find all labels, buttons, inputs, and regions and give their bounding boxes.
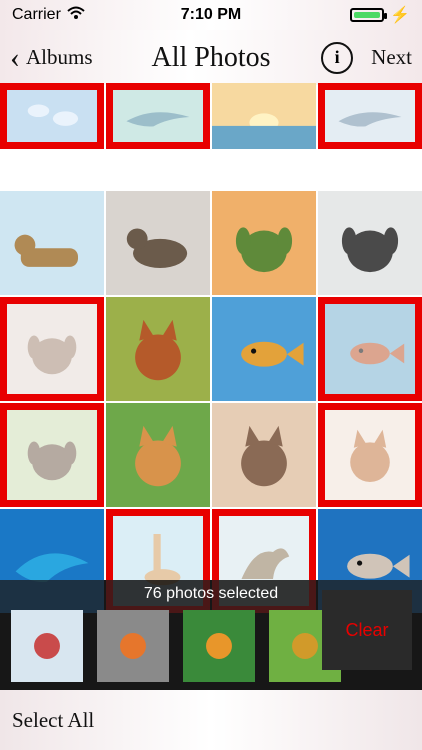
selection-tray: 76 photos selected Clear xyxy=(0,580,422,690)
page-title: All Photos xyxy=(151,41,271,73)
fish-photo-icon xyxy=(325,304,415,394)
back-button[interactable]: ‹ Albums xyxy=(10,40,93,74)
thumb-kids-playing[interactable] xyxy=(11,610,83,682)
carrier-label: Carrier xyxy=(12,6,61,23)
thumb-butterflies[interactable] xyxy=(183,610,255,682)
next-button[interactable]: Next xyxy=(371,45,412,70)
battery-icon xyxy=(350,8,388,22)
charging-bolt-icon: ⚡ xyxy=(390,7,410,24)
select-all-button[interactable]: Select All xyxy=(12,708,94,733)
info-button[interactable]: i xyxy=(321,41,354,74)
cat-photo-icon xyxy=(106,297,210,401)
dog-photo-icon xyxy=(212,191,316,295)
sunset-photo-icon xyxy=(212,83,316,149)
lion-photo-icon xyxy=(0,191,104,295)
battery-area: ⚡ xyxy=(350,5,410,25)
bottom-bar: Select All xyxy=(0,690,422,750)
tile-cheetah[interactable] xyxy=(106,297,210,401)
tile-dog-run[interactable] xyxy=(212,191,316,295)
thumb-flower[interactable] xyxy=(97,610,169,682)
fish-photo-icon xyxy=(212,297,316,401)
tile-angry-dog[interactable] xyxy=(0,403,104,507)
tile-cat-sitting[interactable] xyxy=(318,403,422,507)
lynx-photo-icon xyxy=(106,191,210,295)
tile-fluffy-cat[interactable] xyxy=(212,403,316,507)
chevron-left-icon: ‹ xyxy=(10,40,20,74)
tile-lionfish-reef[interactable] xyxy=(318,297,422,401)
tile-cat-grass[interactable] xyxy=(106,403,210,507)
tile-fish-school[interactable] xyxy=(212,297,316,401)
tile-lynx-snow[interactable] xyxy=(106,191,210,295)
carrier-area: Carrier xyxy=(12,6,85,25)
cat-photo-icon xyxy=(212,403,316,507)
nav-bar: ‹ Albums All Photos i Next xyxy=(0,30,422,85)
tile-husky[interactable] xyxy=(318,191,422,295)
dog-photo-icon xyxy=(7,410,97,500)
tile-sunset-sea[interactable] xyxy=(212,83,316,149)
info-icon: i xyxy=(334,47,340,67)
tile-lioness[interactable] xyxy=(0,191,104,295)
dolphin-photo-icon xyxy=(325,90,415,142)
dolphin-photo-icon xyxy=(113,90,203,142)
dog-photo-icon xyxy=(318,191,422,295)
clear-button[interactable]: Clear xyxy=(322,590,412,670)
tile-pug[interactable] xyxy=(0,297,104,401)
jellyfish-photo-icon xyxy=(7,90,97,142)
tile-jellyfish[interactable] xyxy=(0,83,104,149)
nav-actions: i Next xyxy=(321,41,412,74)
status-bar: Carrier 7:10 PM ⚡ xyxy=(0,0,422,30)
tile-dolphin-surf[interactable] xyxy=(318,83,422,149)
back-label: Albums xyxy=(26,45,93,69)
tile-dolphin-jump[interactable] xyxy=(106,83,210,149)
photo-grid xyxy=(0,83,422,613)
wifi-icon xyxy=(67,6,85,25)
cat-photo-icon xyxy=(325,410,415,500)
status-time: 7:10 PM xyxy=(180,6,242,23)
cat-photo-icon xyxy=(106,403,210,507)
dog-photo-icon xyxy=(7,304,97,394)
